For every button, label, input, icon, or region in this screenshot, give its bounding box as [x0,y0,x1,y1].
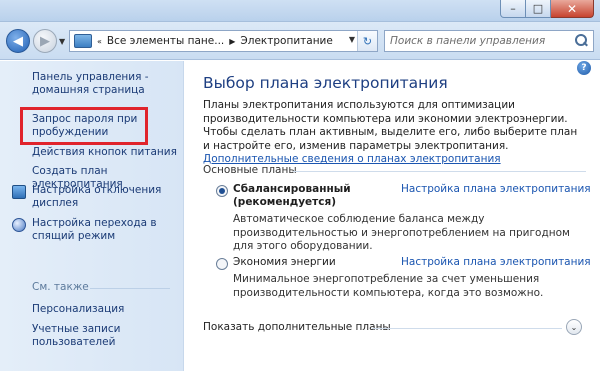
plan-description-power-saver: Минимальное энергопотребление за счет ум… [233,273,544,299]
plan-settings-link-balanced[interactable]: Настройка плана электропитания [401,183,591,195]
plan-name-line1: Сбалансированный [233,183,351,195]
sidebar-home-link-line2: домашняя страница [32,84,145,96]
sidebar-item-sleep[interactable]: Настройка перехода в спящий режим [32,217,157,243]
plan-name-balanced[interactable]: Сбалансированный (рекомендуется) [233,183,351,209]
maximize-button[interactable]: □ [526,0,551,18]
sidebar-item-personalization[interactable]: Персонализация [32,303,124,316]
show-more-divider [372,328,562,329]
sidebar-item-label: пользователей [32,336,116,348]
plan-settings-link-power-saver[interactable]: Настройка плана электропитания [401,256,591,268]
close-button[interactable]: ✕ [551,0,594,18]
plan-radio-balanced[interactable] [216,185,228,197]
sidebar-item-label: Учетные записи [32,323,121,335]
sidebar-item-label: Действия кнопок питания [32,146,177,158]
plan-description-balanced: Автоматическое соблюдение баланса между … [233,213,570,252]
plan-name-power-saver[interactable]: Экономия энергии [233,256,336,269]
section-divider [293,171,586,172]
breadcrumb-chevron-icon[interactable]: « [97,37,102,46]
control-panel-icon [74,34,92,48]
see-also-heading: См. также [32,281,89,293]
sidebar-item-label: спящий режим [32,230,116,242]
see-also-divider [90,288,170,289]
title-bar: – □ ✕ [0,0,600,22]
search-input[interactable]: Поиск в панели управления [385,35,572,47]
sidebar-item-label: Настройка отключения [32,184,162,196]
breadcrumb-all-items[interactable]: Все элементы пане... [107,35,224,47]
main-content: ? Выбор плана электропитания Планы элект… [185,61,600,371]
page-title: Выбор плана электропитания [203,74,448,92]
highlight-frame [20,107,148,145]
back-button[interactable]: ◀ [6,29,30,53]
section-heading: Основные планы [203,164,297,176]
sidebar-item-power-buttons[interactable]: Действия кнопок питания [32,146,177,159]
recent-pages-dropdown-icon[interactable]: ▼ [59,37,65,46]
plan-radio-power-saver[interactable] [216,258,228,270]
sleep-moon-icon [12,218,26,232]
sidebar-item-user-accounts[interactable]: Учетные записи пользователей [32,323,120,349]
help-icon[interactable]: ? [577,61,591,75]
breadcrumb-power-options[interactable]: Электропитание [240,35,332,47]
sidebar-item-display-off[interactable]: Настройка отключения дисплея [32,184,161,210]
description-text: Планы электропитания используются для оп… [203,99,578,152]
sidebar-item-label: дисплея [32,197,79,209]
forward-button[interactable]: ▶ [33,29,57,53]
minimize-button[interactable]: – [500,0,526,18]
address-dropdown-icon[interactable]: ▼ [349,35,355,44]
sidebar-home-link[interactable]: Панель управления - домашняя страница [32,71,149,97]
search-icon[interactable] [572,32,590,50]
sidebar-home-link-line1: Панель управления - [32,71,149,83]
navigation-bar: ◀ ▶ ▼ « Все элементы пане... ▶ Электропи… [0,22,600,60]
plan-name-line2: (рекомендуется) [233,196,337,208]
address-bar[interactable]: « Все элементы пане... ▶ Электропитание … [69,30,378,52]
show-additional-plans[interactable]: Показать дополнительные планы [203,321,391,333]
monitor-icon [12,185,26,199]
sidebar-item-label: Настройка перехода в [32,217,157,229]
page-description: Планы электропитания используются для оп… [203,99,583,167]
window-controls: – □ ✕ [500,0,594,18]
chevron-down-icon[interactable]: ⌄ [566,319,582,335]
sidebar-item-label: Персонализация [32,303,125,315]
refresh-button[interactable]: ↻ [357,31,377,51]
search-box[interactable]: Поиск в панели управления [384,30,594,52]
breadcrumb-separator-icon[interactable]: ▶ [229,37,235,46]
